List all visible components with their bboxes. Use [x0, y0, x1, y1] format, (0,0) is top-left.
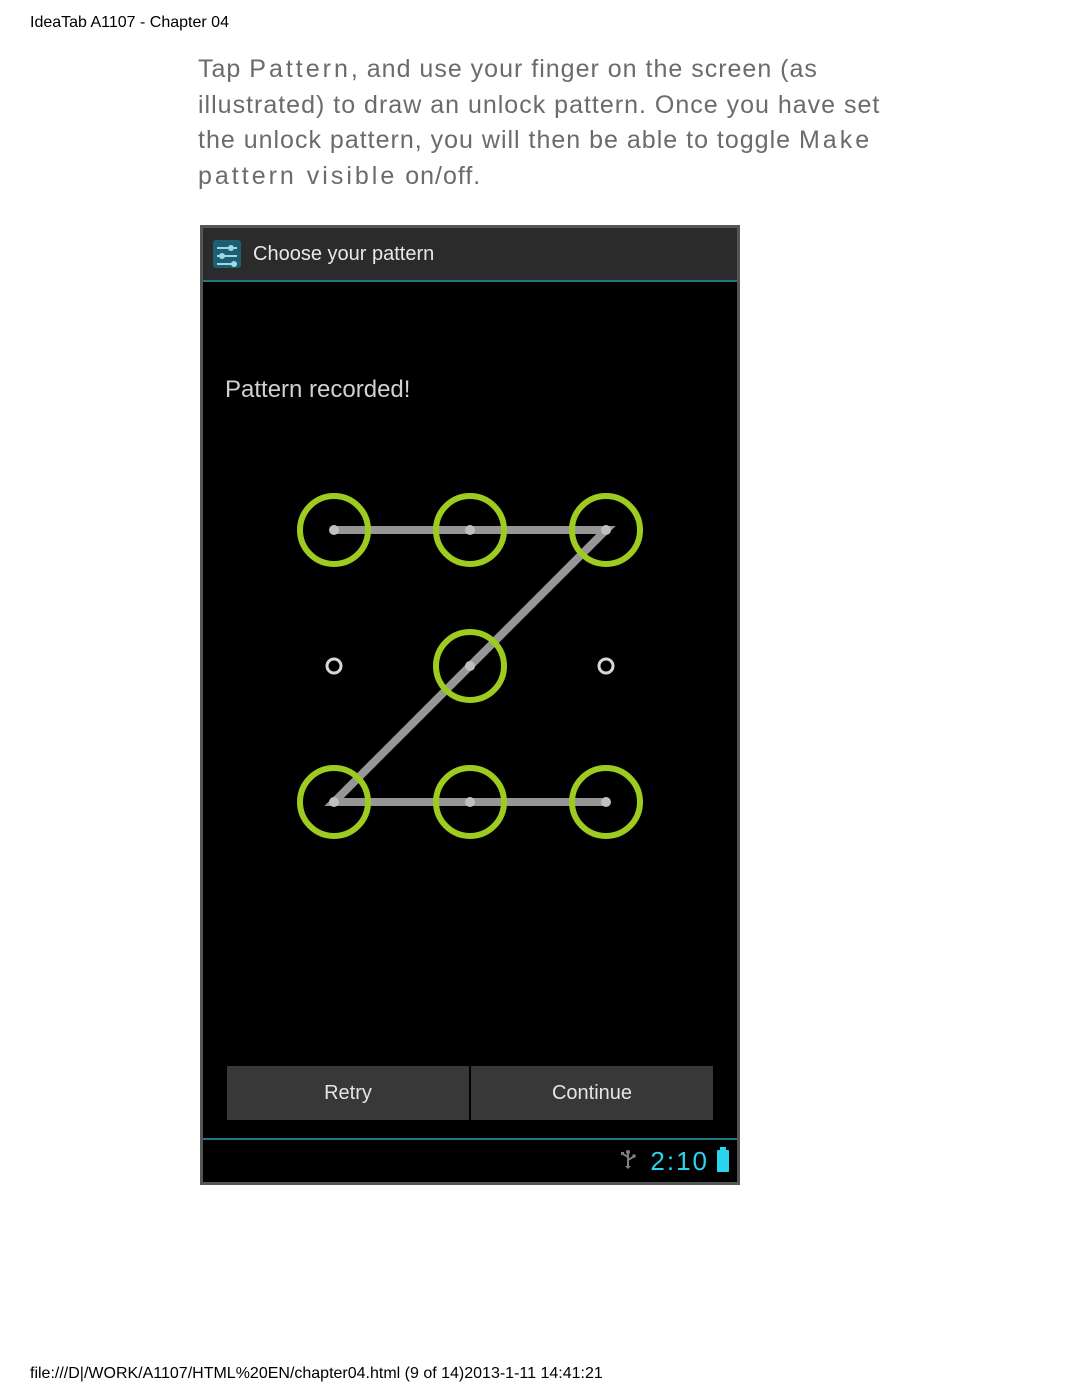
titlebar: Choose your pattern: [203, 228, 737, 282]
usb-icon: [618, 1149, 638, 1174]
titlebar-text: Choose your pattern: [253, 243, 434, 266]
instr-bold-pattern: Pattern: [249, 55, 351, 83]
settings-sliders-icon: [211, 238, 243, 270]
retry-button[interactable]: Retry: [227, 1066, 469, 1120]
page-header: IdeaTab A1107 - Chapter 04: [30, 14, 229, 32]
button-row: Retry Continue: [227, 1066, 713, 1120]
navbar-clock: 2:10: [650, 1146, 709, 1177]
instr-post: on/off.: [397, 162, 481, 190]
continue-button[interactable]: Continue: [471, 1066, 713, 1120]
pattern-grid[interactable]: [292, 488, 648, 844]
device-screenshot: Choose your pattern Pattern recorded! Re…: [200, 225, 740, 1185]
page-footer: file:///D|/WORK/A1107/HTML%20EN/chapter0…: [30, 1365, 603, 1383]
system-navbar: 2:10: [203, 1138, 737, 1182]
battery-icon: [717, 1150, 729, 1172]
instr-pre: Tap: [198, 55, 249, 83]
pattern-status-text: Pattern recorded!: [225, 376, 410, 404]
instructions-text: Tap Pattern, and use your finger on the …: [198, 52, 888, 194]
